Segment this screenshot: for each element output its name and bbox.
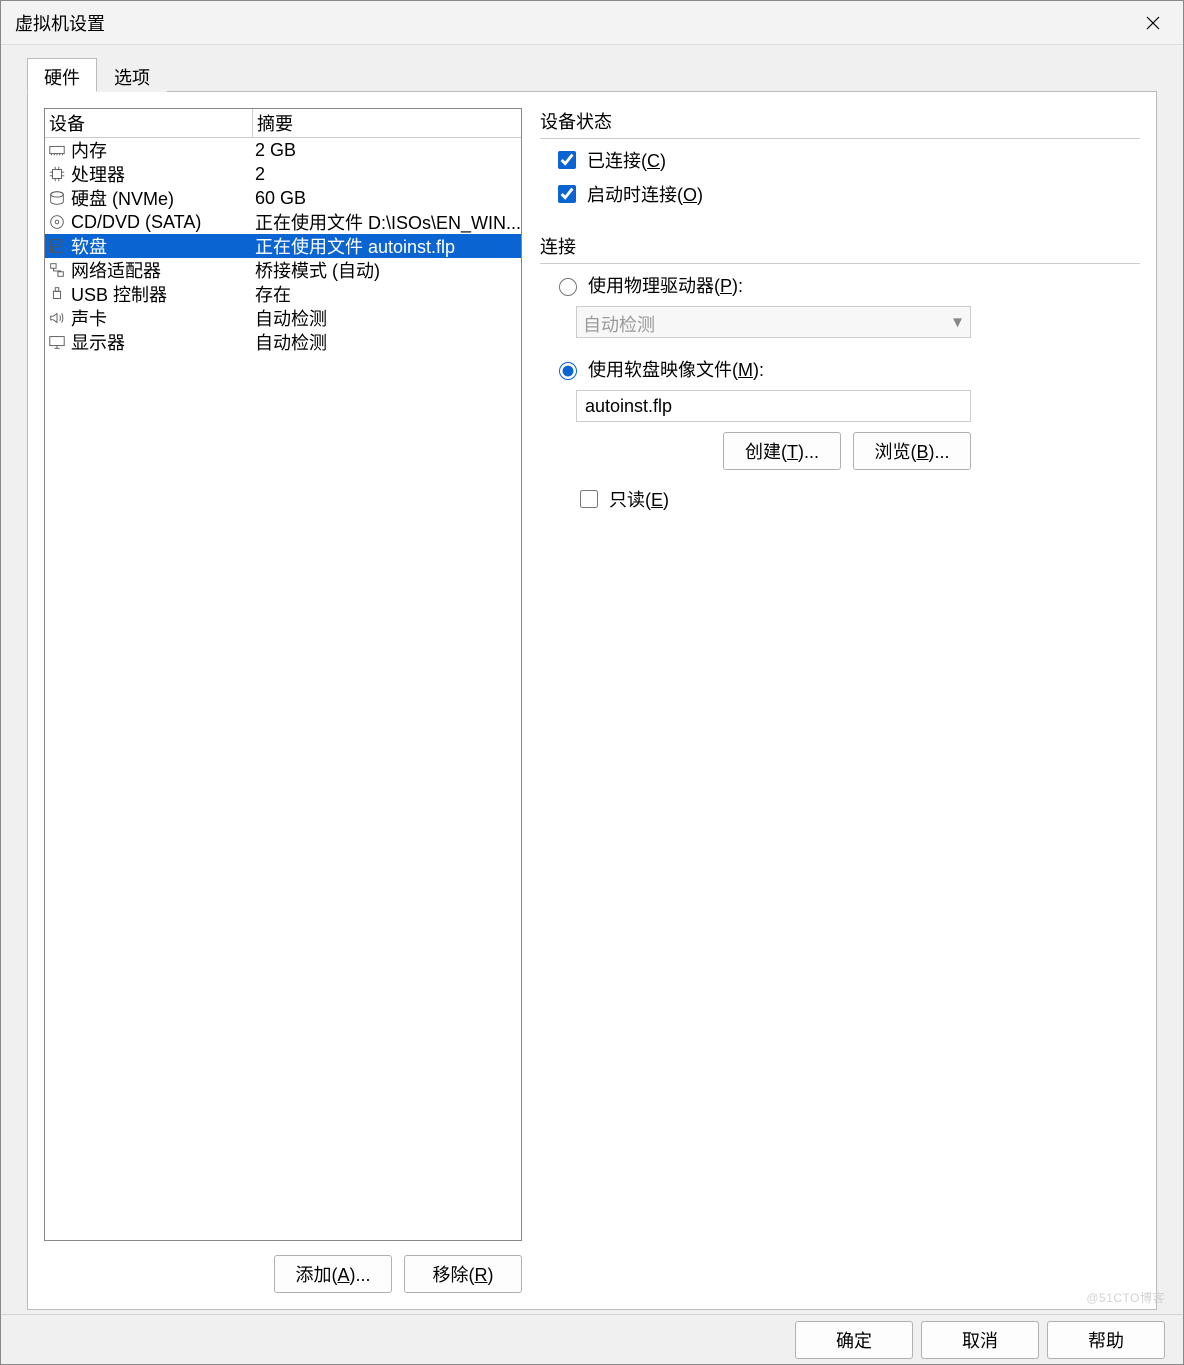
- readonly-label: 只读(E): [609, 486, 669, 512]
- left-column: 设备 摘要 内存2 GB处理器2硬盘 (NVMe)60 GBCD/DVD (SA…: [44, 108, 522, 1293]
- sound-icon: [47, 308, 67, 328]
- readonly-row[interactable]: 只读(E): [576, 486, 1140, 512]
- connection-group: 连接 使用物理驱动器(P): 自动检测 ▾ 使用软盘映像文件(M):: [540, 233, 1140, 520]
- device-row[interactable]: 硬盘 (NVMe) 60 GB: [45, 186, 521, 210]
- image-path-input[interactable]: [576, 390, 971, 422]
- create-button[interactable]: 创建(T)...: [723, 432, 841, 470]
- device-summary: 60 GB: [253, 188, 521, 209]
- help-button[interactable]: 帮助: [1047, 1321, 1165, 1359]
- device-name-cell: USB 控制器: [45, 281, 253, 307]
- connect-at-power-label: 启动时连接(O): [587, 181, 703, 207]
- physical-indent: 自动检测 ▾: [576, 306, 1140, 338]
- device-summary: 2: [253, 164, 521, 185]
- action-bar: 确定 取消 帮助: [1, 1314, 1183, 1364]
- use-physical-radio[interactable]: [559, 278, 577, 296]
- device-name: 软盘: [71, 233, 107, 259]
- cd-icon: [47, 212, 67, 232]
- connection-title: 连接: [540, 233, 1140, 264]
- device-name-cell: 处理器: [45, 161, 253, 187]
- header-device: 设备: [45, 109, 253, 137]
- browse-button[interactable]: 浏览(B)...: [853, 432, 971, 470]
- floppy-icon: [47, 236, 67, 256]
- readonly-checkbox[interactable]: [580, 490, 598, 508]
- titlebar: 虚拟机设置: [1, 1, 1183, 45]
- cpu-icon: [47, 164, 67, 184]
- remove-button[interactable]: 移除(R): [404, 1255, 522, 1293]
- dialog-title: 虚拟机设置: [15, 10, 1127, 36]
- device-button-row: 添加(A)... 移除(R): [44, 1255, 522, 1293]
- usb-icon: [47, 284, 67, 304]
- cancel-button[interactable]: 取消: [921, 1321, 1039, 1359]
- tab-hardware[interactable]: 硬件: [27, 58, 97, 92]
- network-icon: [47, 260, 67, 280]
- device-name-cell: 硬盘 (NVMe): [45, 185, 253, 211]
- device-name: 内存: [71, 137, 107, 163]
- chevron-down-icon: ▾: [953, 312, 962, 333]
- device-name-cell: 网络适配器: [45, 257, 253, 283]
- device-name-cell: 内存: [45, 137, 253, 163]
- device-summary: 正在使用文件 autoinst.flp: [253, 233, 521, 259]
- device-row[interactable]: 内存 2 GB: [45, 138, 521, 162]
- header-summary: 摘要: [253, 109, 521, 137]
- memory-icon: [47, 140, 67, 160]
- vm-settings-dialog: 虚拟机设置 硬件 选项 设备 摘要 内存 2 GB 处理器 2 硬盘 (NVMe) 60 …: [0, 0, 1184, 1365]
- tab-panel-hardware: 设备 摘要 内存2 GB处理器2硬盘 (NVMe)60 GBCD/DVD (SA…: [27, 91, 1157, 1310]
- device-status-group: 设备状态 已连接(C) 启动时连接(O): [540, 108, 1140, 215]
- connected-label: 已连接(C): [587, 147, 666, 173]
- device-row[interactable]: CD/DVD (SATA) 正在使用文件 D:\ISOs\EN_WIN...: [45, 210, 521, 234]
- device-summary: 2 GB: [253, 140, 521, 161]
- ok-button[interactable]: 确定: [795, 1321, 913, 1359]
- device-summary: 存在: [253, 281, 521, 307]
- device-name: USB 控制器: [71, 281, 167, 307]
- use-physical-row[interactable]: 使用物理驱动器(P):: [554, 272, 1140, 298]
- device-row[interactable]: 显示器 自动检测: [45, 330, 521, 354]
- device-name: 声卡: [71, 305, 107, 331]
- use-image-label: 使用软盘映像文件(M):: [588, 356, 764, 382]
- right-column: 设备状态 已连接(C) 启动时连接(O) 连接 使用物理驱动器(P):: [540, 108, 1140, 1293]
- device-name-cell: 软盘: [45, 233, 253, 259]
- device-status-title: 设备状态: [540, 108, 1140, 139]
- device-table: 设备 摘要 内存2 GB处理器2硬盘 (NVMe)60 GBCD/DVD (SA…: [44, 108, 522, 1241]
- device-summary: 桥接模式 (自动): [253, 257, 521, 283]
- tab-bar: 硬件 选项: [27, 57, 1157, 91]
- physical-drive-combo: 自动检测 ▾: [576, 306, 971, 338]
- device-row[interactable]: 网络适配器 桥接模式 (自动): [45, 258, 521, 282]
- use-image-row[interactable]: 使用软盘映像文件(M):: [554, 356, 1140, 382]
- dialog-body: 硬件 选项 设备 摘要 内存2 GB处理器2硬盘 (NVMe)60 GBCD/D…: [1, 45, 1183, 1314]
- device-name: CD/DVD (SATA): [71, 212, 201, 233]
- connected-checkbox-row[interactable]: 已连接(C): [554, 147, 1140, 173]
- physical-drive-value: 自动检测: [583, 315, 655, 335]
- device-row[interactable]: 处理器 2: [45, 162, 521, 186]
- device-name: 显示器: [71, 329, 125, 355]
- device-summary: 自动检测: [253, 305, 521, 331]
- watermark: @51CTO博客: [1086, 1289, 1165, 1306]
- device-row[interactable]: 软盘 正在使用文件 autoinst.flp: [45, 234, 521, 258]
- add-button[interactable]: 添加(A)...: [274, 1255, 392, 1293]
- disk-icon: [47, 188, 67, 208]
- device-row[interactable]: 声卡 自动检测: [45, 306, 521, 330]
- image-buttons: 创建(T)... 浏览(B)...: [576, 432, 971, 470]
- connect-at-power-row[interactable]: 启动时连接(O): [554, 181, 1140, 207]
- device-name: 网络适配器: [71, 257, 161, 283]
- device-row[interactable]: USB 控制器 存在: [45, 282, 521, 306]
- use-physical-label: 使用物理驱动器(P):: [588, 272, 743, 298]
- connected-checkbox[interactable]: [558, 151, 576, 169]
- device-name-cell: CD/DVD (SATA): [45, 212, 253, 233]
- close-button[interactable]: [1127, 1, 1179, 44]
- close-icon: [1146, 16, 1160, 30]
- device-table-header: 设备 摘要: [45, 109, 521, 138]
- device-name-cell: 声卡: [45, 305, 253, 331]
- use-image-radio[interactable]: [559, 362, 577, 380]
- display-icon: [47, 332, 67, 352]
- device-name: 处理器: [71, 161, 125, 187]
- connect-at-power-checkbox[interactable]: [558, 185, 576, 203]
- image-indent: 创建(T)... 浏览(B)...: [576, 390, 1140, 470]
- device-name: 硬盘 (NVMe): [71, 185, 174, 211]
- device-name-cell: 显示器: [45, 329, 253, 355]
- device-rows: 内存 2 GB 处理器 2 硬盘 (NVMe) 60 GB CD/DVD (SATA) 正在使…: [45, 138, 521, 1240]
- device-summary: 自动检测: [253, 329, 521, 355]
- tab-options[interactable]: 选项: [97, 58, 167, 92]
- device-summary: 正在使用文件 D:\ISOs\EN_WIN...: [253, 209, 521, 235]
